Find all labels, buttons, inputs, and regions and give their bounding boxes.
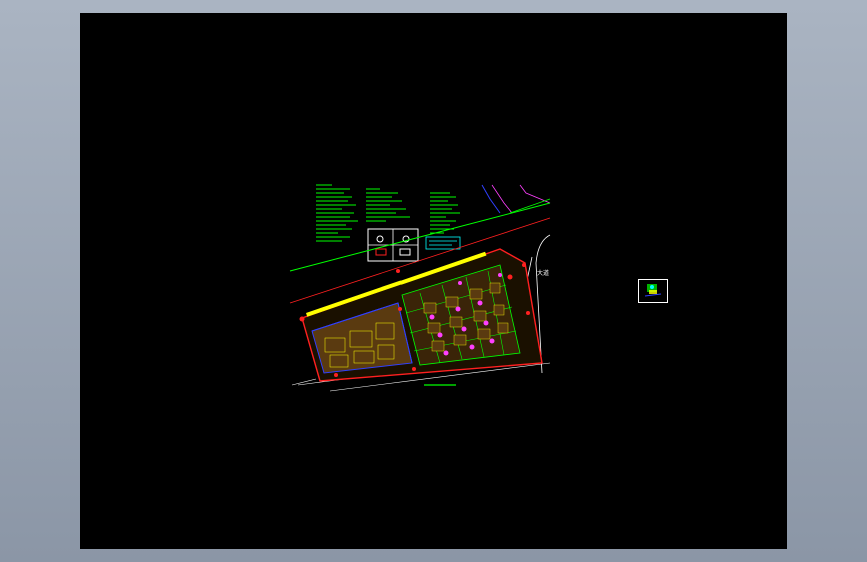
drawing-preview-icon xyxy=(644,284,662,297)
cad-drawing-viewport[interactable]: 大道 xyxy=(80,13,787,549)
street-lines xyxy=(481,184,551,214)
site-plan-drawing: 大道 xyxy=(289,184,551,392)
legend-box xyxy=(367,228,461,262)
drawing-preview-thumbnail[interactable] xyxy=(638,279,668,303)
road-label: 大道 xyxy=(537,269,549,277)
